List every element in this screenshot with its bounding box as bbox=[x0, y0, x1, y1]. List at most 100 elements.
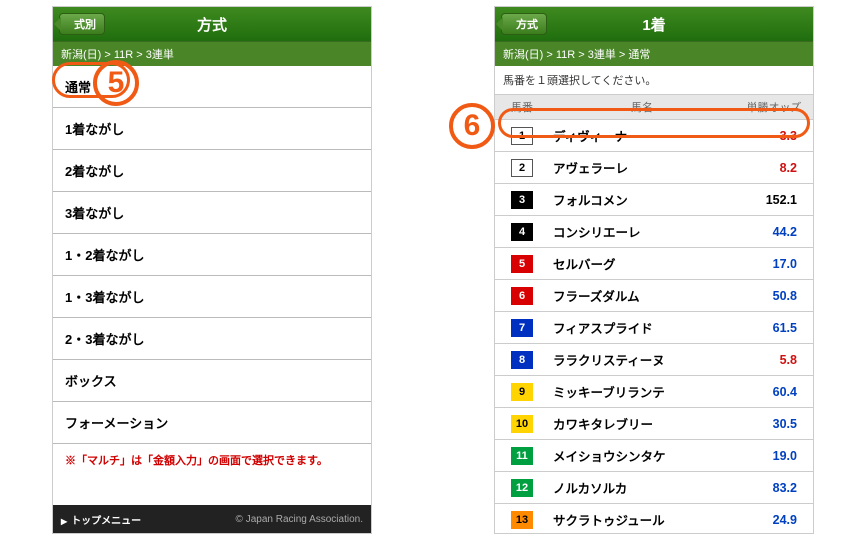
horse-number-box: 4 bbox=[511, 223, 533, 241]
method-menu: 通常1着ながし2着ながし3着ながし1・2着ながし1・3着ながし2・3着ながしボッ… bbox=[53, 66, 371, 444]
step-6-label: 6 bbox=[464, 109, 481, 143]
horse-odds: 60.4 bbox=[735, 385, 813, 399]
breadcrumb: 新潟(日) > 11R > 3連単 > 通常 bbox=[495, 41, 813, 66]
horse-row[interactable]: 8 ララクリスティーヌ5.8 bbox=[495, 344, 813, 376]
horse-row[interactable]: 7 フィアスプライド61.5 bbox=[495, 312, 813, 344]
back-button[interactable]: 方式 bbox=[501, 13, 547, 35]
method-option[interactable]: 2・3着ながし bbox=[53, 318, 371, 360]
horse-number-box: 9 bbox=[511, 383, 533, 401]
horse-row[interactable]: 10 カワキタレブリー30.5 bbox=[495, 408, 813, 440]
horse-number-box: 8 bbox=[511, 351, 533, 369]
method-option[interactable]: 1・2着ながし bbox=[53, 234, 371, 276]
back-button[interactable]: 式別 bbox=[59, 13, 105, 35]
horse-number-box: 13 bbox=[511, 511, 533, 529]
horse-number-box: 11 bbox=[511, 447, 533, 465]
horse-row[interactable]: 3 フォルコメン152.1 bbox=[495, 184, 813, 216]
horse-odds: 3.3 bbox=[735, 129, 813, 143]
horse-name: メイショウシンタケ bbox=[549, 446, 735, 465]
method-option[interactable]: ボックス bbox=[53, 360, 371, 402]
horse-name: ディヴィーナ bbox=[549, 126, 735, 145]
horse-row[interactable]: 1 ディヴィーナ3.3 bbox=[495, 120, 813, 152]
horse-number-wrap: 6 bbox=[495, 287, 549, 305]
col-name: 馬名 bbox=[549, 99, 735, 115]
horse-row[interactable]: 4 コンシリエーレ44.2 bbox=[495, 216, 813, 248]
horse-number-wrap: 3 bbox=[495, 191, 549, 209]
horse-number-box: 5 bbox=[511, 255, 533, 273]
horse-number-box: 6 bbox=[511, 287, 533, 305]
back-button-label: 方式 bbox=[516, 16, 538, 32]
horse-name: フラーズダルム bbox=[549, 286, 735, 305]
horse-odds: 83.2 bbox=[735, 481, 813, 495]
horse-name: ミッキーブリランテ bbox=[549, 382, 735, 401]
horse-name: セルバーグ bbox=[549, 254, 735, 273]
horse-row[interactable]: 9 ミッキーブリランテ60.4 bbox=[495, 376, 813, 408]
method-option[interactable]: 2着ながし bbox=[53, 150, 371, 192]
horse-number-wrap: 11 bbox=[495, 447, 549, 465]
horse-number-wrap: 9 bbox=[495, 383, 549, 401]
header-title: 方式 bbox=[197, 14, 227, 35]
horse-odds: 19.0 bbox=[735, 449, 813, 463]
header-title: 1着 bbox=[642, 14, 665, 35]
horse-number-box: 3 bbox=[511, 191, 533, 209]
header-bar: 式別 方式 bbox=[53, 7, 371, 41]
horse-number-wrap: 2 bbox=[495, 159, 549, 177]
horse-name: アヴェラーレ bbox=[549, 158, 735, 177]
horse-name: ララクリスティーヌ bbox=[549, 350, 735, 369]
footer-top-menu-label: トップメニュー bbox=[71, 516, 141, 527]
horse-odds: 8.2 bbox=[735, 161, 813, 175]
footer-bar: ▶ トップメニュー © Japan Racing Association. bbox=[53, 505, 371, 533]
method-option[interactable]: フォーメーション bbox=[53, 402, 371, 444]
horse-row[interactable]: 2 アヴェラーレ8.2 bbox=[495, 152, 813, 184]
horse-odds: 30.5 bbox=[735, 417, 813, 431]
footer-top-menu[interactable]: ▶ トップメニュー bbox=[61, 512, 141, 527]
horse-number-box: 2 bbox=[511, 159, 533, 177]
horse-number-box: 10 bbox=[511, 415, 533, 433]
footer-copyright: © Japan Racing Association. bbox=[236, 514, 363, 525]
horse-number-wrap: 4 bbox=[495, 223, 549, 241]
horse-number-box: 1 bbox=[511, 127, 533, 145]
method-option[interactable]: 1着ながし bbox=[53, 108, 371, 150]
horse-number-wrap: 13 bbox=[495, 511, 549, 529]
horse-odds: 44.2 bbox=[735, 225, 813, 239]
horse-number-wrap: 12 bbox=[495, 479, 549, 497]
horse-odds: 50.8 bbox=[735, 289, 813, 303]
horse-row[interactable]: 5セルバーグ17.0 bbox=[495, 248, 813, 280]
horse-table-header: 馬番 馬名 単勝オッズ bbox=[495, 94, 813, 120]
horse-number-wrap: 1 bbox=[495, 127, 549, 145]
horse-row[interactable]: 12 ノルカソルカ83.2 bbox=[495, 472, 813, 504]
horse-number-box: 7 bbox=[511, 319, 533, 337]
method-option[interactable]: 3着ながし bbox=[53, 192, 371, 234]
horse-name: ノルカソルカ bbox=[549, 478, 735, 497]
horse-row[interactable]: 6 フラーズダルム50.8 bbox=[495, 280, 813, 312]
step-6-marker: 6 bbox=[449, 103, 495, 149]
col-number: 馬番 bbox=[495, 99, 549, 115]
horse-odds: 152.1 bbox=[735, 193, 813, 207]
horse-odds: 5.8 bbox=[735, 353, 813, 367]
horse-odds: 24.9 bbox=[735, 513, 813, 527]
horse-number-wrap: 5 bbox=[495, 255, 549, 273]
horse-name: カワキタレブリー bbox=[549, 414, 735, 433]
screen-method: 式別 方式 新潟(日) > 11R > 3連単 通常1着ながし2着ながし3着なが… bbox=[52, 6, 372, 534]
col-odds: 単勝オッズ bbox=[735, 99, 813, 115]
horse-number-wrap: 7 bbox=[495, 319, 549, 337]
multi-note: ※「マルチ」は「金額入力」の画面で選択できます。 bbox=[53, 444, 371, 476]
horse-odds: 61.5 bbox=[735, 321, 813, 335]
method-option[interactable]: 1・3着ながし bbox=[53, 276, 371, 318]
horse-name: フォルコメン bbox=[549, 190, 735, 209]
horse-list: 1 ディヴィーナ3.3 2 アヴェラーレ8.2 3 フォルコメン152.1 4 コンシリエーレ… bbox=[495, 120, 813, 534]
horse-name: サクラトゥジュール bbox=[549, 510, 735, 529]
horse-number-box: 12 bbox=[511, 479, 533, 497]
horse-row[interactable]: 11 メイショウシンタケ19.0 bbox=[495, 440, 813, 472]
method-option[interactable]: 通常 bbox=[53, 66, 371, 108]
horse-row[interactable]: 13 サクラトゥジュール24.9 bbox=[495, 504, 813, 534]
horse-name: コンシリエーレ bbox=[549, 222, 735, 241]
screen-first-place: 方式 1着 新潟(日) > 11R > 3連単 > 通常 馬番を１頭選択してくだ… bbox=[494, 6, 814, 534]
horse-name: フィアスプライド bbox=[549, 318, 735, 337]
header-bar: 方式 1着 bbox=[495, 7, 813, 41]
instruction-text: 馬番を１頭選択してください。 bbox=[495, 66, 813, 94]
triangle-icon: ▶ bbox=[61, 517, 67, 526]
horse-number-wrap: 8 bbox=[495, 351, 549, 369]
back-button-label: 式別 bbox=[74, 16, 96, 32]
breadcrumb: 新潟(日) > 11R > 3連単 bbox=[53, 41, 371, 66]
horse-number-wrap: 10 bbox=[495, 415, 549, 433]
